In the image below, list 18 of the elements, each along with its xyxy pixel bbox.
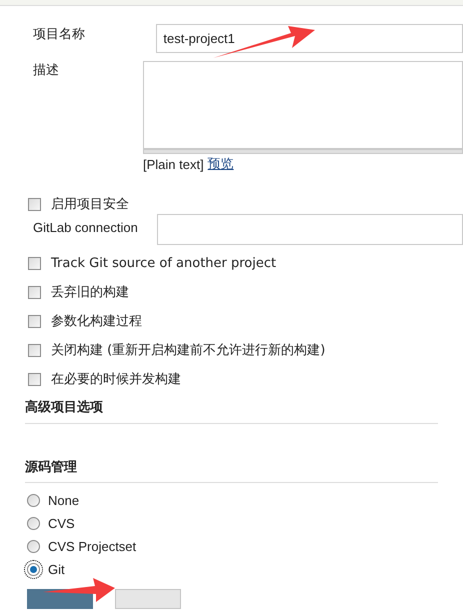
checkbox-label: 在必要的时候并发构建 — [51, 370, 181, 389]
section-heading: 源码管理 — [25, 458, 438, 483]
radio-label: CVS Projectset — [48, 538, 136, 556]
checkbox-label: Track Git source of another project — [51, 254, 276, 273]
preview-link[interactable]: 预览 — [208, 155, 234, 174]
field-label: 描述 — [32, 62, 60, 80]
checkbox-label: 丢弃旧的构建 — [51, 284, 129, 302]
radio-label: None — [48, 492, 80, 510]
checkbox-label: 关闭构建 (重新开启构建前不允许进行新的构建) — [51, 342, 326, 360]
format-text: [Plain text] — [143, 156, 204, 174]
section-heading: 高级项目选项 — [25, 398, 438, 424]
field-label: GitLab connection — [32, 219, 139, 237]
checkbox-label: 参数化构建过程 — [51, 312, 142, 331]
checkbox-label: 启用项目安全 — [51, 196, 129, 214]
field-label: 项目名称 — [32, 26, 86, 44]
radio-label: CVS — [48, 514, 75, 533]
input-field[interactable]: test-project1 — [156, 24, 463, 53]
radio-label: Git — [48, 560, 65, 579]
